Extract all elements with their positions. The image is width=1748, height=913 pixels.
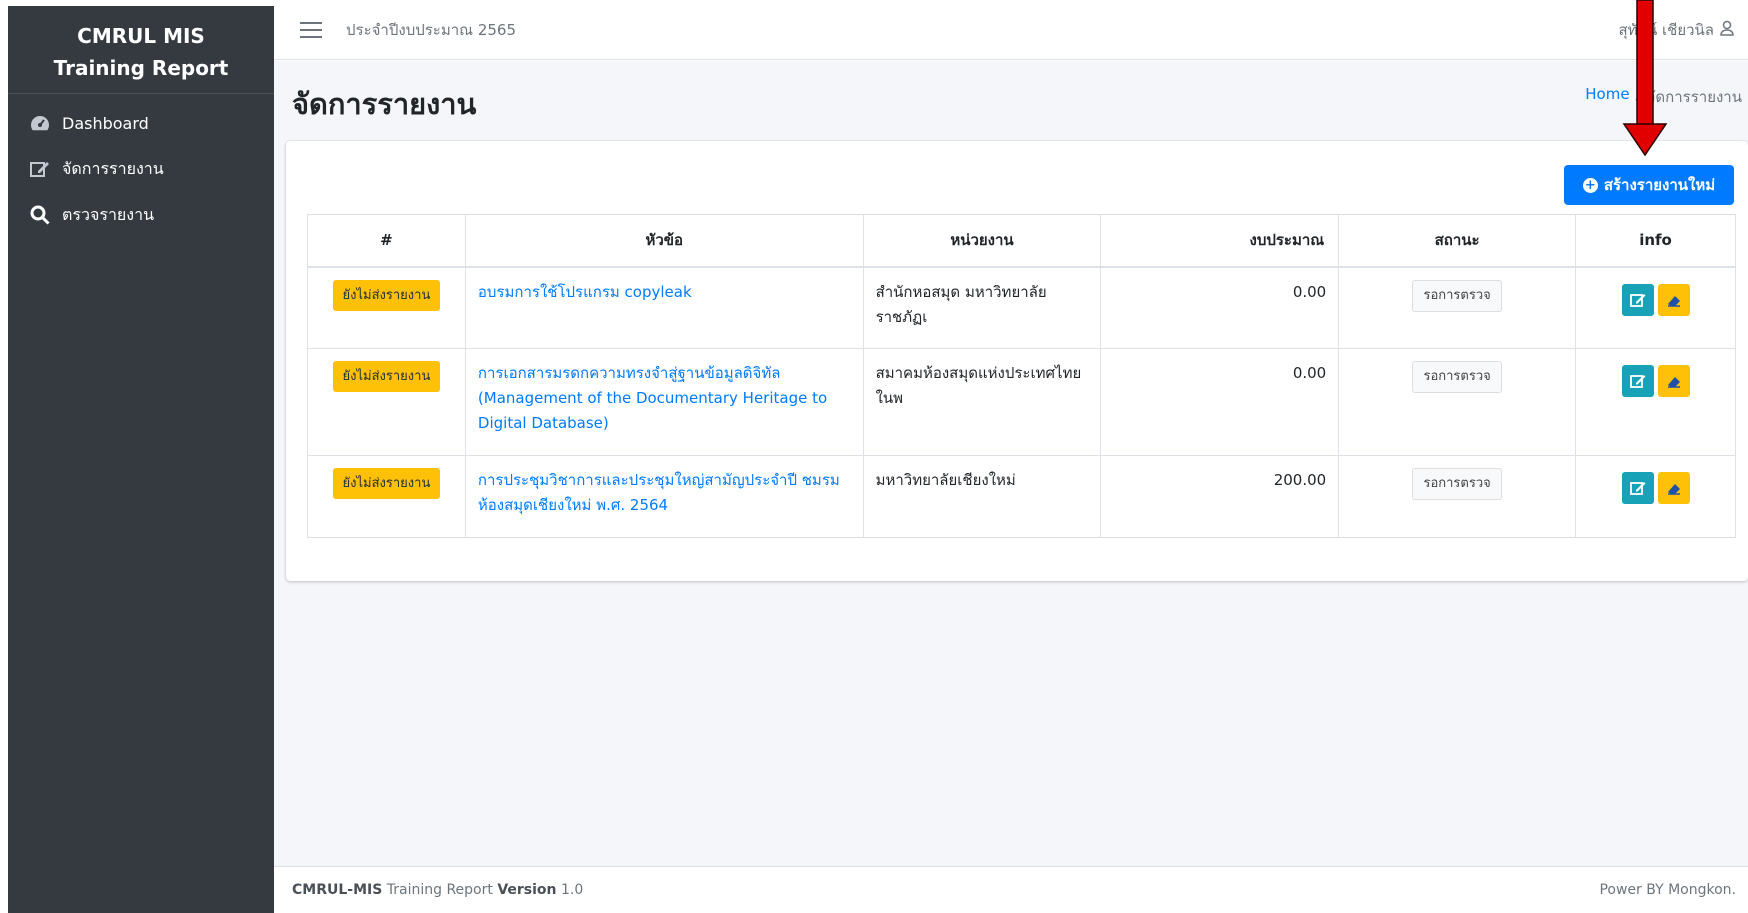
sidebar-item-review-reports[interactable]: ตรวจรายงาน bbox=[8, 192, 274, 238]
reports-card: + สร้างรายงานใหม่ # หัวข้อ หน่วยงาน งบปร… bbox=[286, 141, 1748, 581]
sidebar-item-manage-reports[interactable]: จัดการรายงาน bbox=[8, 146, 274, 192]
column-header: สถานะ bbox=[1338, 214, 1577, 268]
edit-button[interactable] bbox=[1621, 365, 1654, 397]
edit-icon bbox=[1629, 482, 1646, 495]
fiscal-year-label: ประจำปีงบประมาณ 2565 bbox=[346, 20, 517, 39]
erase-button[interactable] bbox=[1657, 472, 1690, 504]
sidebar: CMRUL MIS Training Report Dashboard จัดก… bbox=[8, 6, 274, 913]
erase-button[interactable] bbox=[1657, 283, 1690, 316]
table-row: ยังไม่ส่งรายงาน อบรมการใช้โปรแกรม copyle… bbox=[307, 266, 1736, 349]
edit-icon bbox=[1629, 293, 1646, 307]
footer-version-label: Version bbox=[497, 882, 557, 898]
create-report-button[interactable]: + สร้างรายงานใหม่ bbox=[1564, 165, 1734, 205]
footer-version: CMRUL-MIS Training Report Version 1.0 bbox=[292, 882, 583, 898]
brand-line-1: CMRUL MIS bbox=[77, 24, 205, 48]
column-header: หัวข้อ bbox=[464, 214, 864, 268]
table-row: ยังไม่ส่งรายงาน การประชุมวิชาการและประชุ… bbox=[307, 455, 1736, 538]
footer: CMRUL-MIS Training Report Version 1.0 Po… bbox=[274, 866, 1748, 913]
create-report-label: สร้างรายงานใหม่ bbox=[1603, 176, 1716, 194]
eraser-icon bbox=[1667, 484, 1680, 495]
dashboard-icon bbox=[28, 112, 52, 134]
column-header: หน่วยงาน bbox=[862, 214, 1102, 268]
erase-button[interactable] bbox=[1657, 365, 1690, 397]
report-title-link[interactable]: การประชุมวิชาการและประชุมใหญ่สามัญประจำป… bbox=[478, 471, 840, 514]
column-header: info bbox=[1575, 214, 1736, 268]
table-header-row: # หัวข้อ หน่วยงาน งบประมาณ สถานะ info bbox=[307, 214, 1736, 268]
page-title: จัดการรายงาน bbox=[292, 87, 477, 121]
eraser-icon bbox=[1667, 377, 1680, 388]
review-status-button[interactable]: รอการตรวจ bbox=[1412, 279, 1502, 312]
review-status-button[interactable]: รอการตรวจ bbox=[1412, 361, 1502, 393]
eraser-icon bbox=[1667, 295, 1680, 307]
edit-button[interactable] bbox=[1621, 472, 1654, 504]
budget-cell: 0.00 bbox=[1292, 364, 1327, 382]
sidebar-item-dashboard[interactable]: Dashboard bbox=[8, 100, 274, 146]
top-navbar: ประจำปีงบประมาณ 2565 สุทัศน์ เชียวนิล bbox=[274, 0, 1748, 60]
annotation-arrow-icon bbox=[1622, 0, 1668, 157]
footer-version-number: 1.0 bbox=[560, 882, 584, 898]
menu-toggle-icon[interactable] bbox=[300, 21, 322, 38]
review-status-button[interactable]: รอการตรวจ bbox=[1412, 468, 1502, 500]
footer-brand: CMRUL-MIS bbox=[292, 882, 383, 898]
budget-cell: 0.00 bbox=[1292, 282, 1327, 301]
row-actions bbox=[1588, 280, 1723, 316]
table-row: ยังไม่ส่งรายงาน การเอกสารมรดกความทรงจำสู… bbox=[307, 348, 1736, 456]
plus-circle-icon: + bbox=[1582, 177, 1598, 193]
brand-line-2: Training Report bbox=[53, 56, 229, 80]
status-badge: ยังไม่ส่งรายงาน bbox=[332, 361, 441, 392]
status-badge: ยังไม่ส่งรายงาน bbox=[332, 468, 441, 499]
reports-table: # หัวข้อ หน่วยงาน งบประมาณ สถานะ info ยั… bbox=[307, 214, 1736, 538]
content-wrapper: จัดการรายงาน Home / จัดการรายงาน + สร้าง… bbox=[274, 61, 1748, 866]
search-icon bbox=[28, 204, 52, 226]
brand[interactable]: CMRUL MIS Training Report bbox=[8, 6, 274, 94]
org-cell: มหาวิทยาลัยเชียงใหม่ bbox=[875, 471, 1016, 489]
sidebar-item-label: Dashboard bbox=[62, 113, 149, 133]
edit-button[interactable] bbox=[1621, 283, 1654, 316]
edit-icon bbox=[28, 158, 52, 180]
column-header: งบประมาณ bbox=[1100, 214, 1340, 268]
org-cell: สำนักหอสมุด มหาวิทยาลัยราชภัฏเ bbox=[875, 282, 1047, 326]
report-title-link[interactable]: อบรมการใช้โปรแกรม copyleak bbox=[478, 283, 692, 301]
status-badge: ยังไม่ส่งรายงาน bbox=[332, 279, 441, 311]
footer-app-name: Training Report bbox=[386, 882, 493, 898]
column-header: # bbox=[307, 214, 466, 268]
org-cell: สมาคมห้องสมุดแห่งประเทศไทย ในพ bbox=[875, 364, 1082, 407]
user-icon bbox=[1720, 20, 1734, 40]
budget-cell: 200.00 bbox=[1273, 471, 1327, 489]
report-title-link[interactable]: การเอกสารมรดกความทรงจำสู่ฐานข้อมูลดิจิทั… bbox=[478, 364, 827, 432]
sidebar-item-label: จัดการรายงาน bbox=[62, 158, 164, 178]
footer-credit: Power BY Mongkon. bbox=[1599, 882, 1736, 898]
row-actions bbox=[1588, 361, 1723, 397]
row-actions bbox=[1588, 468, 1723, 504]
sidebar-item-label: ตรวจรายงาน bbox=[62, 204, 155, 224]
edit-icon bbox=[1629, 375, 1646, 388]
